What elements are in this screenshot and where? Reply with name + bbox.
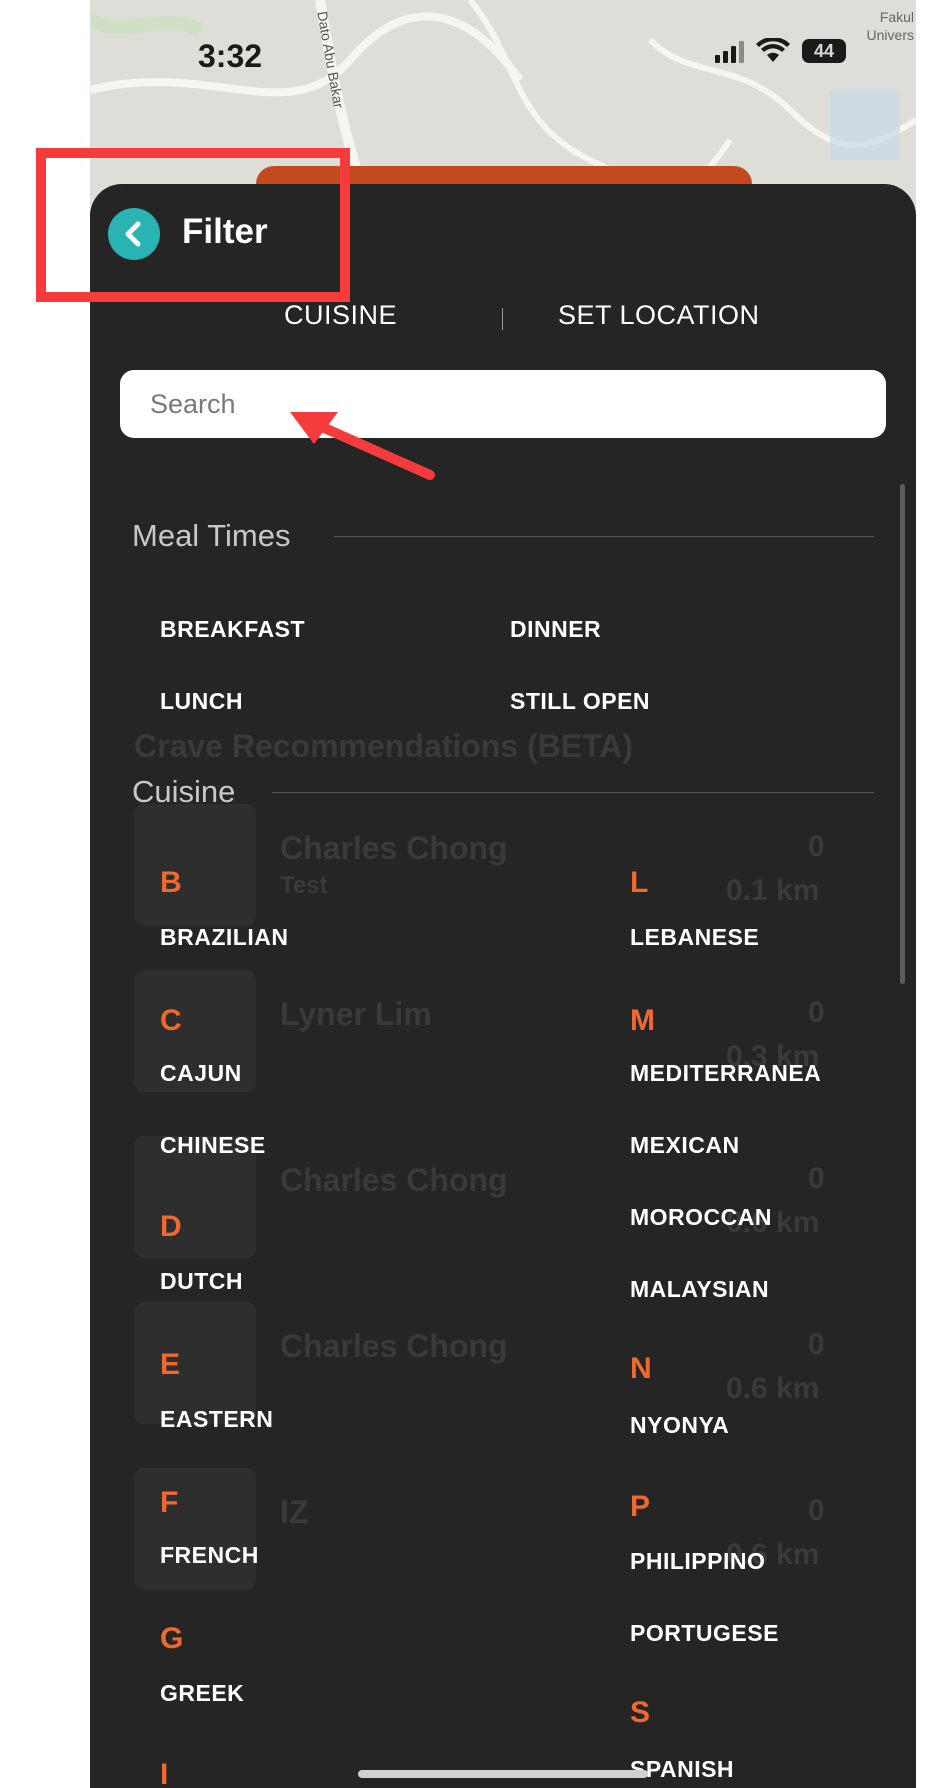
status-time: 3:32 [198,38,263,74]
restaurant-name: Charles Chong [280,830,508,866]
restaurant-count: 0 [808,1328,825,1361]
cuisine-option-mexican[interactable]: MEXICAN [630,1132,740,1159]
cuisine-heading: Cuisine [132,774,236,809]
letter-heading-d: D [160,1210,182,1243]
search-input[interactable] [120,370,886,438]
meal-option-dinner[interactable]: DINNER [510,616,601,643]
cuisine-option-portugese[interactable]: PORTUGESE [630,1620,779,1647]
letter-heading-s: S [630,1696,651,1729]
scrollbar[interactable] [900,484,905,984]
meal-times-heading: Meal Times [132,518,291,553]
meal-option-lunch[interactable]: LUNCH [160,688,243,715]
meal-option-still-open[interactable]: STILL OPEN [510,688,650,715]
status-icons: 44 [715,38,846,64]
cuisine-option-philippino[interactable]: PHILIPPINO [630,1548,765,1575]
restaurant-distance: 0.1 km [726,874,820,907]
home-indicator [358,1770,648,1778]
cellular-signal-icon [715,39,744,63]
restaurant-subtitle: Test [280,872,328,899]
letter-heading-n: N [630,1352,652,1385]
letter-heading-f: F [160,1486,179,1519]
cuisine-option-chinese[interactable]: CHINESE [160,1132,266,1159]
restaurant-count: 0 [808,1494,825,1527]
tab-cuisine[interactable]: CUISINE [284,300,397,331]
cuisine-option-greek[interactable]: GREEK [160,1680,244,1707]
cuisine-option-french[interactable]: FRENCH [160,1542,259,1569]
filter-tabs: CUISINE SET LOCATION [90,300,916,346]
letter-heading-c: C [160,1004,182,1037]
cuisine-option-lebanese[interactable]: LEBANESE [630,924,759,951]
restaurant-name: IZ [280,1494,309,1530]
letter-heading-m: M [630,1004,655,1037]
status-bar: 3:32 44 [90,0,916,110]
letter-heading-e: E [160,1348,181,1381]
letter-heading-g: G [160,1622,184,1655]
cuisine-option-cajun[interactable]: CAJUN [160,1060,242,1087]
restaurant-count: 0 [808,1162,825,1195]
cuisine-option-dutch[interactable]: DUTCH [160,1268,243,1295]
restaurant-thumbnail [134,804,256,926]
cuisine-option-moroccan[interactable]: MOROCCAN [630,1204,772,1231]
restaurant-count: 0 [808,996,825,1029]
recommendations-title: Crave Recommendations (BETA) [134,728,634,764]
tab-divider [502,308,503,330]
meal-option-breakfast[interactable]: BREAKFAST [160,616,305,643]
restaurant-name: Charles Chong [280,1162,508,1198]
cuisine-option-brazilian[interactable]: BRAZILIAN [160,924,288,951]
restaurant-name: Charles Chong [280,1328,508,1364]
tab-set-location[interactable]: SET LOCATION [558,300,760,331]
restaurant-distance: 0.6 km [726,1372,820,1405]
cuisine-option-nyonya[interactable]: NYONYA [630,1412,729,1439]
arrow-annotation-icon [290,412,435,480]
battery-icon: 44 [802,39,846,63]
cuisine-option-mediterranea[interactable]: MEDITERRANEA [630,1060,821,1087]
letter-heading-p: P [630,1490,651,1523]
cuisine-option-eastern[interactable]: EASTERN [160,1406,273,1433]
section-divider [272,792,874,793]
letter-heading-i: I [160,1758,169,1788]
highlight-box-annotation [36,148,350,302]
wifi-icon [756,38,790,62]
restaurant-count: 0 [808,830,825,863]
screenshot-stage: Dato Abu Bakar Fakul Univers 3:32 44 Sea… [0,0,933,1788]
letter-heading-b: B [160,866,182,899]
restaurant-thumbnail [134,1468,256,1590]
filter-sheet: Crave Recommendations (BETA) Charles Cho… [90,184,916,1788]
section-divider [334,536,874,537]
cuisine-option-malaysian[interactable]: MALAYSIAN [630,1276,769,1303]
restaurant-name: Lyner Lim [280,996,432,1032]
letter-heading-l: L [630,866,649,899]
